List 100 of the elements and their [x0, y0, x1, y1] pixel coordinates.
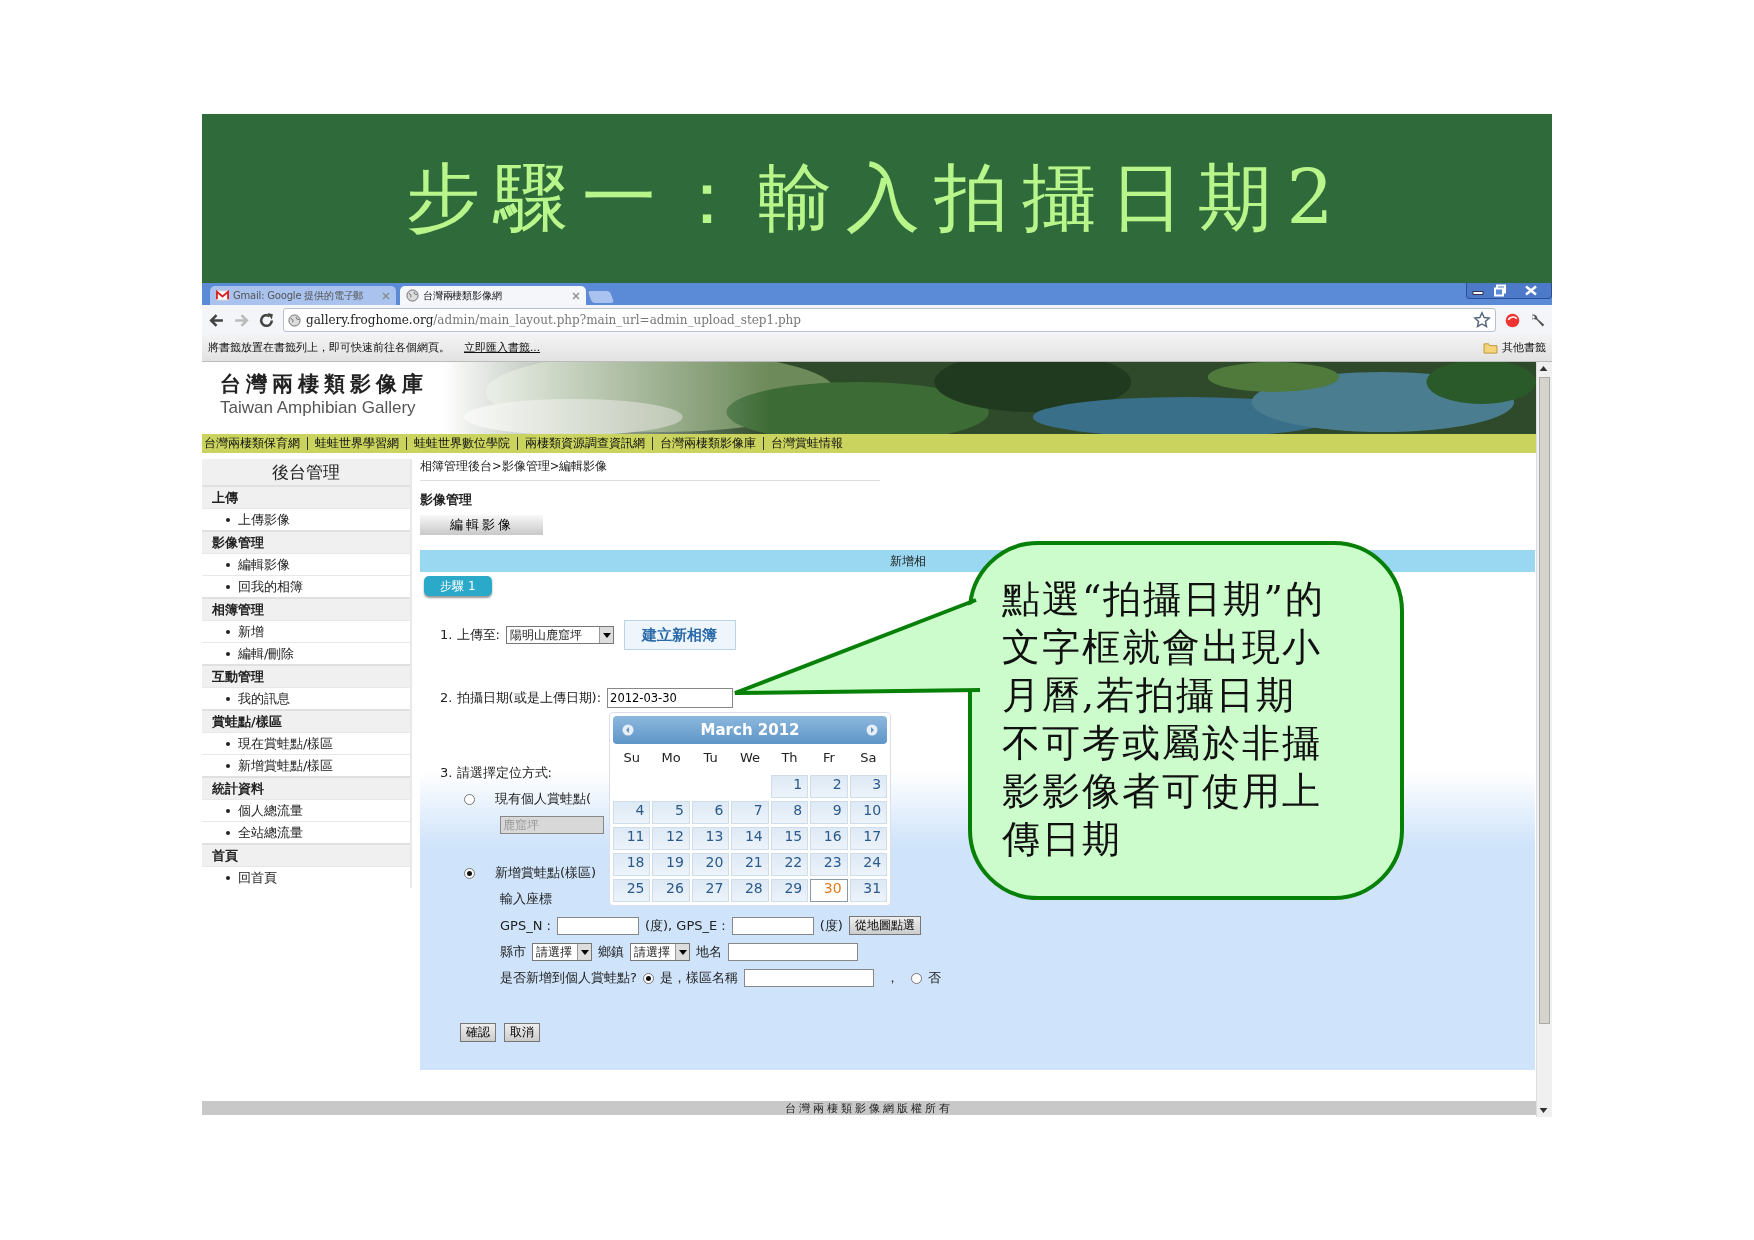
next-icon[interactable] [866, 724, 879, 736]
site-link[interactable]: 台灣賞蛙情報 [771, 436, 843, 451]
site-link[interactable]: 兩棲類資源調查資訊網 [525, 436, 645, 451]
radio-button[interactable] [464, 867, 475, 879]
calendar-day[interactable]: 22 [770, 853, 809, 876]
folder-icon[interactable] [1483, 342, 1498, 354]
back-icon[interactable] [208, 311, 225, 329]
calendar-day[interactable]: 27 [691, 879, 730, 902]
callout-text: 點選“拍攝日期”的 文字框就會出現小 月曆,若拍攝日期 不可考或屬於非攝 影影像者可使用上 傳日期 [1002, 576, 1326, 863]
album-select[interactable]: 陽明山鹿窟坪 [505, 626, 614, 644]
dropdown-icon [598, 627, 613, 643]
gps-e-field[interactable] [731, 916, 814, 935]
previous-icon[interactable] [622, 724, 635, 736]
calendar-day[interactable]: 25 [613, 879, 651, 902]
calendar-day[interactable]: 24 [849, 853, 888, 876]
date-field[interactable]: 2012-03-30 [607, 688, 734, 708]
calendar-day[interactable]: 13 [691, 827, 730, 850]
star-icon[interactable] [1473, 311, 1491, 329]
section-title: 影像管理 [420, 491, 472, 509]
sidebar-link[interactable]: 編輯影像 [238, 555, 290, 574]
weekday-label: Tu [702, 750, 719, 767]
site-link[interactable]: 台灣兩棲類影像庫 [660, 436, 756, 451]
sidebar-heading: 上傳 [202, 485, 410, 508]
sidebar-title: 後台管理 [202, 459, 410, 485]
calendar-day[interactable]: 2 [810, 775, 848, 798]
calendar-day[interactable]: 12 [652, 827, 690, 850]
calendar-day[interactable]: 21 [731, 853, 769, 876]
calendar-day[interactable]: 16 [810, 827, 848, 850]
site-link[interactable]: 台灣兩棲類保育網 [204, 436, 300, 451]
calendar-day[interactable]: 18 [613, 853, 651, 876]
edit-image-button[interactable]: 編輯影像 [420, 515, 543, 535]
calendar-day[interactable]: 26 [652, 879, 690, 902]
reload-icon[interactable] [258, 311, 275, 329]
site-subtitle: Taiwan Amphibian Gallery [220, 398, 417, 418]
footer-text: 台灣兩棲類影像網版權所有 [785, 1100, 953, 1116]
calendar-day[interactable]: 3 [849, 775, 888, 798]
site-title: 台灣兩棲類影像庫 [220, 371, 429, 398]
import-bookmarks-link[interactable]: 立即匯入書籤... [464, 341, 540, 355]
calendar-day[interactable]: 7 [731, 801, 769, 824]
calendar-day[interactable]: 14 [731, 827, 769, 850]
calendar-day[interactable]: 8 [770, 801, 809, 824]
form-button[interactable]: 確認 [460, 1023, 496, 1042]
address-field[interactable]: gallery.froghome.org/admin/main_layout.php?main_url=admin_upload_step1.php [283, 308, 1496, 332]
site-link[interactable]: 蛙蛙世界數位學院 [414, 436, 510, 451]
scroll-thumb[interactable] [1539, 377, 1550, 1024]
radio-button[interactable] [642, 972, 654, 984]
sidebar-link[interactable]: 我的訊息 [238, 689, 290, 708]
field-label: 是否新增到個人賞蛙點? [500, 969, 637, 987]
county-select[interactable]: 請選擇 [532, 943, 592, 961]
close-icon[interactable] [572, 291, 580, 300]
option-label: 是，樣區名稱 [659, 969, 738, 987]
calendar-day[interactable]: 19 [652, 853, 690, 876]
sidebar-link[interactable]: 新增賞蛙點/樣區 [238, 756, 334, 775]
calendar-day[interactable]: 6 [691, 801, 730, 824]
sidebar-link[interactable]: 回我的相簿 [238, 577, 303, 596]
bullet-icon [226, 875, 230, 880]
close-icon[interactable] [382, 291, 390, 300]
scrollbar[interactable] [1536, 362, 1552, 1117]
sidebar-link[interactable]: 編輯/刪除 [238, 644, 295, 663]
sidebar-heading: 相簿管理 [202, 597, 410, 620]
calendar-day[interactable]: 1 [770, 775, 809, 798]
new-tab-button[interactable] [587, 291, 615, 303]
calendar-day[interactable]: 10 [849, 801, 888, 824]
map-pick-button[interactable]: 從地圖點選 [848, 916, 921, 935]
browser-tab[interactable]: Gmail: Google 提供的電子郵 [210, 286, 396, 305]
field-label: 鄉鎮 [598, 943, 624, 961]
wrench-icon[interactable] [1529, 311, 1546, 329]
site-link[interactable]: 蛙蛙世界學習網 [315, 436, 399, 451]
other-bookmarks[interactable]: 其他書籤 [1502, 341, 1546, 355]
field-label: 2. 拍攝日期(或是上傳日期): [440, 689, 602, 707]
gps-n-field[interactable] [556, 916, 639, 935]
calendar-day[interactable]: 31 [849, 879, 888, 902]
sidebar-heading: 賞蛙點/樣區 [202, 709, 410, 732]
calendar-day[interactable]: 20 [691, 853, 730, 876]
form-button[interactable]: 取消 [504, 1023, 540, 1042]
place-field[interactable] [728, 943, 858, 961]
sidebar-link[interactable]: 回首頁 [238, 868, 277, 887]
calendar-day[interactable]: 29 [770, 879, 809, 902]
area-name-field[interactable] [743, 969, 874, 987]
sidebar-link[interactable]: 全站總流量 [238, 823, 303, 842]
sidebar-link[interactable]: 個人總流量 [238, 801, 303, 820]
calendar-day[interactable]: 11 [613, 827, 651, 850]
weekday-label: Fr [821, 750, 836, 767]
calendar-day[interactable]: 5 [652, 801, 690, 824]
radio-button[interactable] [910, 972, 922, 984]
sidebar-link[interactable]: 上傳影像 [238, 510, 290, 529]
town-select[interactable]: 請選擇 [630, 943, 690, 961]
calendar-day[interactable]: 23 [810, 853, 848, 876]
sidebar-link[interactable]: 新增 [238, 622, 264, 641]
comma-text: ， [885, 969, 899, 987]
calendar-day[interactable]: 17 [849, 827, 888, 850]
sidebar-link[interactable]: 現在賞蛙點/樣區 [238, 734, 334, 753]
calendar-day[interactable]: 15 [770, 827, 809, 850]
calendar-day[interactable]: 4 [613, 801, 651, 824]
new-album-button[interactable]: 建立新相簿 [623, 620, 736, 650]
calendar-day[interactable]: 9 [810, 801, 848, 824]
extension-icon[interactable] [1504, 311, 1521, 329]
radio-button[interactable] [464, 793, 475, 805]
browser-tab[interactable]: 台灣兩棲類影像網 [400, 286, 586, 305]
calendar-day[interactable]: 28 [731, 879, 769, 902]
